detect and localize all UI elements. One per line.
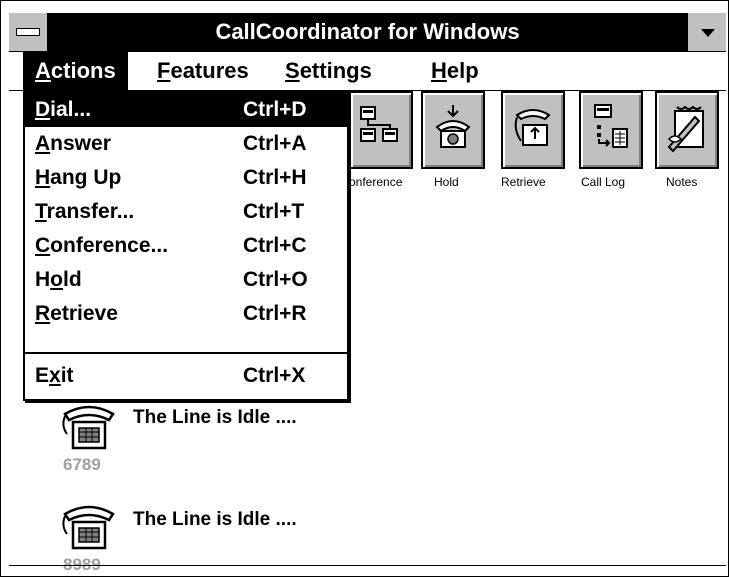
menu-bar: Actions Features Settings Help xyxy=(9,52,726,91)
call-log-icon xyxy=(594,104,628,148)
menu-item-hold[interactable]: Hold Ctrl+O xyxy=(25,263,347,297)
shortcut: Ctrl+R xyxy=(243,302,307,325)
menu-help[interactable]: Help xyxy=(419,52,491,90)
menu-item-hang-up[interactable]: Hang Up Ctrl+H xyxy=(25,161,347,195)
shortcut: Ctrl+A xyxy=(243,132,307,155)
toolbar-label-call-log: Call Log xyxy=(581,175,626,189)
menu-item-conference[interactable]: Conference... Ctrl+C xyxy=(25,229,347,263)
app-window: CallCoordinator for Windows Actions Feat… xyxy=(0,0,729,577)
line-1-phone-icon xyxy=(59,404,119,457)
menu-item-answer[interactable]: Answer Ctrl+A xyxy=(25,127,347,161)
line-1-number: 6789 xyxy=(63,455,101,474)
minimize-button[interactable] xyxy=(687,13,726,51)
menu-separator xyxy=(25,352,347,354)
notes-icon xyxy=(667,105,704,153)
system-menu-icon xyxy=(16,28,40,36)
toolbar-label-retrieve: Retrieve xyxy=(501,175,546,189)
hold-button[interactable] xyxy=(421,91,485,169)
menu-features[interactable]: Features xyxy=(145,52,261,90)
window-title: CallCoordinator for Windows xyxy=(215,19,520,44)
menu-item-retrieve[interactable]: Retrieve Ctrl+R xyxy=(25,297,347,331)
call-log-button[interactable] xyxy=(579,91,643,169)
shortcut: Ctrl+C xyxy=(243,234,307,257)
line-2-phone-icon xyxy=(59,504,119,557)
menu-actions[interactable]: Actions xyxy=(23,52,128,90)
toolbar-label-hold: Hold xyxy=(434,175,459,189)
system-menu-button[interactable] xyxy=(9,13,48,51)
menu-item-dial[interactable]: Dial... Ctrl+D xyxy=(25,93,347,127)
retrieve-button[interactable] xyxy=(501,91,565,169)
menu-item-exit[interactable]: Exit Ctrl+X xyxy=(25,359,347,393)
actions-dropdown-menu: Dial... Ctrl+D Answer Ctrl+A Hang Up Ctr… xyxy=(23,91,349,401)
toolbar-label-conference: onference xyxy=(349,175,403,189)
shortcut: Ctrl+O xyxy=(243,268,308,291)
conference-button[interactable] xyxy=(349,91,413,169)
shortcut: Ctrl+T xyxy=(243,200,305,223)
toolbar-label-notes: Notes xyxy=(666,175,698,189)
chevron-down-icon xyxy=(701,29,715,37)
notes-button[interactable] xyxy=(655,91,719,169)
line-1-status: The Line is Idle .... xyxy=(133,407,297,428)
retrieve-icon xyxy=(514,109,551,146)
shortcut: Ctrl+X xyxy=(243,364,306,387)
hold-icon xyxy=(435,105,471,148)
title-bar[interactable]: CallCoordinator for Windows xyxy=(9,13,726,52)
menu-settings[interactable]: Settings xyxy=(273,52,384,90)
conference-icon xyxy=(360,106,398,142)
shortcut: Ctrl+D xyxy=(243,98,307,121)
window-bottom-border xyxy=(9,565,726,566)
line-2-status: The Line is Idle .... xyxy=(133,509,297,530)
menu-item-transfer[interactable]: Transfer... Ctrl+T xyxy=(25,195,347,229)
shortcut: Ctrl+H xyxy=(243,166,307,189)
